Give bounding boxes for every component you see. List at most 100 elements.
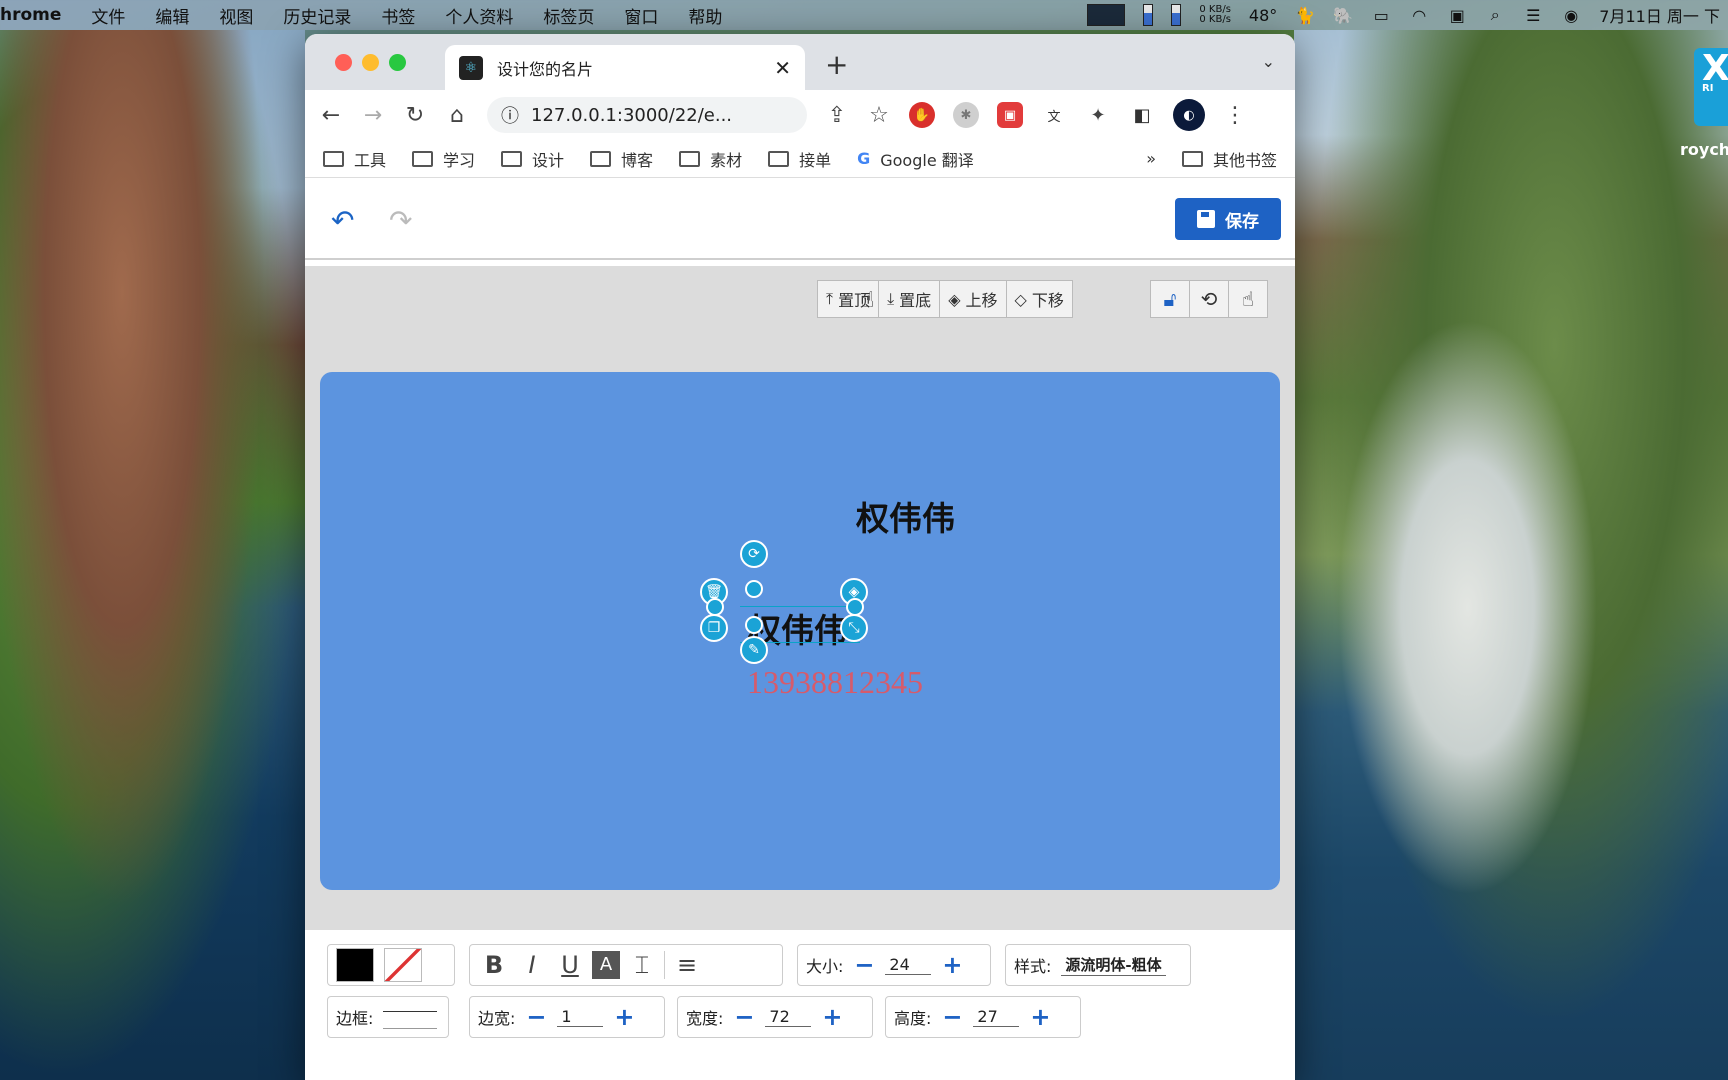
tab-close-icon[interactable]: ✕ [774,56,791,80]
menubar-app-name[interactable]: hrome [0,5,61,25]
border-width-decrease-button[interactable]: − [525,1003,547,1031]
left-resize-dot[interactable] [706,598,724,616]
bookmark-folder-orders[interactable]: 接单 [768,147,831,171]
card-name-text[interactable]: 权伟伟 [856,492,955,540]
border-width-input[interactable]: 1 [557,1007,604,1027]
move-down-button[interactable]: ◇ 下移 [1005,280,1073,318]
right-resize-dot[interactable] [846,598,864,616]
profile-avatar[interactable]: ◐ [1173,99,1205,131]
control-center-icon[interactable]: ☰ [1523,6,1543,25]
bookmark-folder-tools[interactable]: 工具 [323,147,386,171]
menu-file[interactable]: 文件 [91,3,125,28]
home-icon[interactable]: ⌂ [445,103,469,128]
translate-extension-icon[interactable]: 文 [1041,102,1067,128]
size-increase-button[interactable]: + [941,951,963,979]
bookmark-folder-blog[interactable]: 博客 [590,147,653,171]
bookmark-label: Google 翻译 [880,150,974,170]
underline-button[interactable]: U [554,951,586,979]
palm-extension-icon[interactable]: ✱ [953,102,979,128]
zoom-window-button[interactable] [389,54,406,71]
business-card-canvas[interactable]: 权伟伟 权伟伟 13938812345 ⟳ 🗑︎ ◈ ❐ ⤡ ✎ [320,372,1280,890]
width-increase-button[interactable]: + [821,1003,843,1031]
spotlight-search-icon[interactable]: ⌕ [1485,5,1505,24]
move-up-button[interactable]: ◈ 上移 [939,280,1007,318]
omnibox[interactable]: ⓘ 127.0.0.1:3000/22/e... [487,97,807,133]
back-arrow-icon[interactable]: ← [319,103,343,128]
bookmark-folder-design[interactable]: 设计 [501,147,564,171]
rotate-handle-icon[interactable]: ⟳ [740,540,768,568]
menu-edit[interactable]: 编辑 [155,3,189,28]
menu-profile[interactable]: 个人资料 [445,3,513,28]
share-icon[interactable]: ⇪ [825,103,849,128]
width-decrease-button[interactable]: − [733,1003,755,1031]
height-input[interactable]: 27 [973,1007,1020,1027]
bookmark-google-translate[interactable]: G Google 翻译 [857,147,974,171]
menu-tabs[interactable]: 标签页 [543,3,594,28]
memory-bar-icon[interactable] [1143,4,1154,26]
wifi-icon[interactable]: ◠ [1409,6,1429,25]
lock-button[interactable]: 🔓︎ [1150,280,1190,318]
width-input[interactable]: 72 [765,1007,812,1027]
italic-button[interactable]: I [516,951,548,979]
copy-handle-icon[interactable]: ❐ [700,614,728,642]
text-color-swatch[interactable] [336,948,374,982]
edit-handle-icon[interactable]: ✎ [740,636,768,664]
forward-arrow-icon[interactable]: → [361,103,385,128]
input-method-icon[interactable]: ▣ [1447,6,1467,25]
menubar-clock[interactable]: 7月11日 周一 下 [1599,3,1720,27]
menu-help[interactable]: 帮助 [688,3,722,28]
site-info-icon[interactable]: ⓘ [501,102,519,128]
bottom-resize-dot[interactable] [745,616,763,634]
battery-icon[interactable]: ▭ [1371,6,1391,25]
tab-search-chevron-icon[interactable]: ⌄ [1262,52,1275,71]
bookmark-folder-other[interactable]: 其他书签 [1181,147,1277,171]
height-increase-button[interactable]: + [1029,1003,1051,1031]
border-style-select[interactable] [383,1011,438,1029]
floating-widget[interactable]: X RI [1694,48,1728,126]
network-stats[interactable]: 0 KB/s 0 KB/s [1199,5,1231,25]
red-extension-icon[interactable]: ▣ [997,102,1023,128]
save-button[interactable]: 保存 [1175,198,1281,240]
minimize-window-button[interactable] [362,54,379,71]
size-input[interactable]: 24 [885,955,932,975]
side-panel-icon[interactable]: ◧ [1129,102,1155,128]
bookmarks-overflow-button[interactable]: » [1146,149,1156,168]
tab-design-card[interactable]: ⚛ 设计您的名片 ✕ [445,45,805,90]
extensions-puzzle-icon[interactable]: ✦ [1085,102,1111,128]
ssd-bar-icon[interactable] [1171,4,1182,26]
flip-button[interactable]: ⟲ [1189,280,1229,318]
close-window-button[interactable] [335,54,352,71]
align-left-icon[interactable]: ≡ [671,951,703,979]
undo-icon[interactable]: ↶ [331,204,354,237]
adblock-extension-icon[interactable]: ✋ [909,102,935,128]
menu-window[interactable]: 窗口 [624,3,658,28]
background-color-swatch[interactable] [384,948,422,982]
font-color-button[interactable]: A [592,951,620,979]
text-height-icon[interactable]: ⌶ [626,951,658,979]
cpu-graph-icon[interactable] [1087,4,1126,26]
send-to-back-button[interactable]: ⤓ 置底 [878,280,941,318]
font-style-input[interactable]: 源流明体-粗体 [1061,954,1166,976]
elephant-icon[interactable]: 🐘 [1333,6,1353,25]
cat-icon[interactable]: 🐈 [1295,6,1315,25]
drag-hand-button[interactable]: ☝ [1228,280,1268,318]
menu-view[interactable]: 视图 [219,3,253,28]
card-phone-text[interactable]: 13938812345 [747,664,923,701]
bookmark-folder-assets[interactable]: 素材 [679,147,742,171]
bookmark-folder-study[interactable]: 学习 [412,147,475,171]
bold-button[interactable]: B [478,951,510,979]
menu-history[interactable]: 历史记录 [283,3,351,28]
border-width-increase-button[interactable]: + [613,1003,635,1031]
size-decrease-button[interactable]: − [853,951,875,979]
resize-handle-icon[interactable]: ⤡ [840,614,868,642]
bookmark-star-icon[interactable]: ☆ [867,103,891,128]
temperature[interactable]: 48° [1249,6,1277,25]
top-resize-dot[interactable] [745,580,763,598]
new-tab-button[interactable]: + [825,48,848,81]
reload-icon[interactable]: ↻ [403,103,427,128]
redo-icon[interactable]: ↷ [389,204,412,237]
menu-bookmarks[interactable]: 书签 [381,3,415,28]
height-decrease-button[interactable]: − [941,1003,963,1031]
chrome-menu-icon[interactable]: ⋮ [1223,103,1247,128]
siri-icon[interactable]: ◉ [1561,6,1581,25]
